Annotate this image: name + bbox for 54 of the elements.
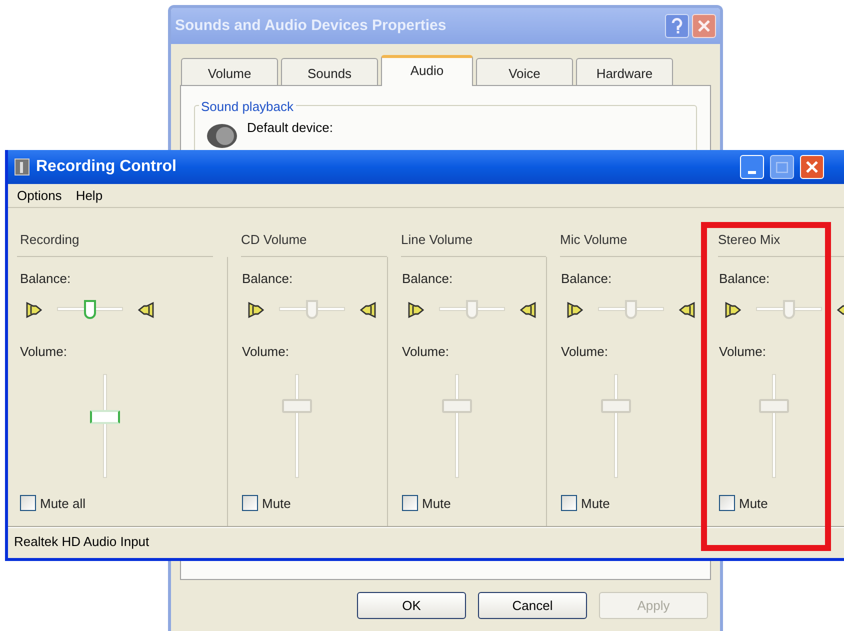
volume-slider[interactable]: [90, 372, 120, 480]
ok-button[interactable]: OK: [357, 592, 466, 619]
help-icon: [671, 18, 683, 34]
volume-label: Volume:: [402, 343, 450, 361]
default-device-label: Default device:: [247, 119, 333, 137]
column-title: Mic Volume: [560, 208, 704, 256]
tab[interactable]: Voice: [476, 58, 573, 85]
column-title: Line Volume: [401, 208, 546, 256]
balance-label: Balance:: [719, 270, 771, 288]
minimize-button[interactable]: [740, 155, 764, 179]
status-bar-text: Realtek HD Audio Input: [14, 532, 150, 551]
menu-item[interactable]: Options: [17, 186, 62, 206]
volume-slider[interactable]: [601, 372, 631, 480]
volume-label: Volume:: [242, 343, 290, 361]
menu-item[interactable]: Help: [76, 186, 103, 206]
volume-label: Volume:: [20, 343, 68, 361]
close-icon: [697, 19, 711, 33]
tab[interactable]: Sounds: [281, 58, 378, 85]
column-title: CD Volume: [241, 208, 387, 256]
tab[interactable]: Hardware: [576, 58, 673, 85]
mute-checkbox[interactable]: Mute: [402, 480, 546, 513]
column-title: Recording: [17, 208, 213, 256]
balance-slider[interactable]: [276, 300, 348, 320]
volume-label: Volume:: [719, 343, 767, 361]
volume-label: Volume:: [561, 343, 609, 361]
balance-label: Balance:: [402, 270, 454, 288]
balance-slider[interactable]: [753, 300, 825, 320]
help-button[interactable]: [665, 14, 689, 38]
volume-slider[interactable]: [759, 372, 789, 480]
maximize-button[interactable]: [770, 155, 794, 179]
tab[interactable]: Volume: [181, 58, 278, 85]
column-title: Stereo Mix: [718, 208, 844, 256]
mute-checkbox[interactable]: Mute: [561, 480, 704, 513]
mute-checkbox[interactable]: Mute all: [20, 480, 213, 513]
mute-checkbox[interactable]: Mute: [242, 480, 387, 513]
close-button[interactable]: [800, 155, 824, 179]
close-icon: [805, 160, 819, 174]
balance-label: Balance:: [561, 270, 613, 288]
tab[interactable]: Audio: [381, 55, 473, 86]
window-title: Sounds and Audio Devices Properties: [175, 16, 448, 36]
mute-checkbox[interactable]: Mute: [719, 480, 844, 513]
balance-slider[interactable]: [54, 300, 126, 320]
window-title: Recording Control: [36, 157, 178, 177]
volume-slider[interactable]: [442, 372, 472, 480]
balance-label: Balance:: [242, 270, 294, 288]
minimize-icon: [748, 171, 756, 174]
balance-label: Balance:: [20, 270, 72, 288]
volume-slider[interactable]: [282, 372, 312, 480]
balance-slider[interactable]: [595, 300, 667, 320]
maximize-icon: [776, 162, 788, 172]
balance-slider[interactable]: [436, 300, 508, 320]
close-button[interactable]: [692, 14, 716, 38]
app-icon: [14, 158, 30, 176]
dialog-button[interactable]: Cancel: [478, 592, 587, 619]
